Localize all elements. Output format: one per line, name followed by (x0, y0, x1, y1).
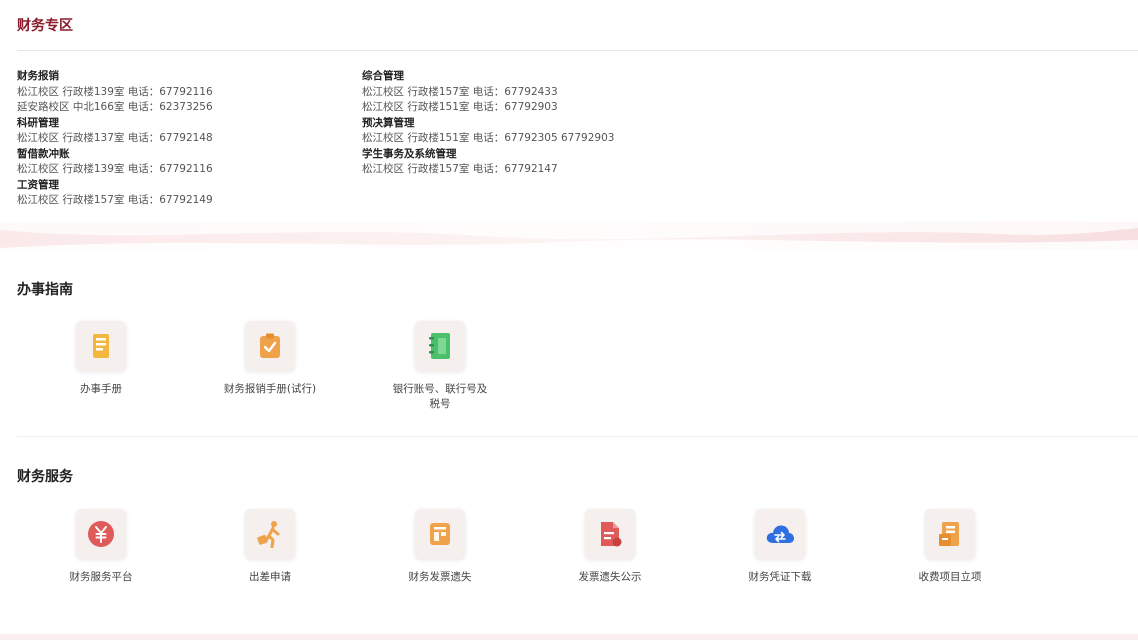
contact-group: 财务报销 松江校区 行政楼139室 电话：67792116 延安路校区 中北16… (17, 69, 213, 116)
guide-item-handbook[interactable]: 办事手册 (31, 321, 171, 397)
cloud-icon (755, 509, 805, 559)
contact-group: 综合管理 松江校区 行政楼157室 电话：67792433 松江校区 行政楼15… (362, 69, 614, 116)
document-icon (585, 509, 635, 559)
contacts-column-right: 综合管理 松江校区 行政楼157室 电话：67792433 松江校区 行政楼15… (362, 69, 614, 178)
contact-line: 松江校区 行政楼139室 电话：67792116 (17, 163, 213, 175)
decorative-wave-banner (0, 222, 1138, 250)
service-item-label: 收费项目立项 (918, 571, 982, 583)
service-item-label: 发票遗失公示 (578, 571, 642, 583)
contact-line: 松江校区 行政楼151室 电话：67792305 67792903 (362, 132, 615, 144)
guide-item-label: 银行账号、联行号及税号 (392, 383, 488, 410)
contact-group: 暂借款冲账 松江校区 行政楼139室 电话：67792116 (17, 147, 213, 178)
service-item-invoice-loss-notice[interactable]: 发票遗失公示 (540, 509, 680, 585)
contact-group: 科研管理 松江校区 行政楼137室 电话：67792148 (17, 116, 213, 147)
contact-line: 松江校区 行政楼157室 电话：67792433 (362, 85, 558, 98)
yuan-icon (76, 509, 126, 559)
contacts-column-left: 财务报销 松江校区 行政楼139室 电话：67792116 延安路校区 中北16… (17, 69, 213, 209)
service-item-fee-project[interactable]: 收费项目立项 (880, 509, 1020, 585)
contact-line: 松江校区 行政楼139室 电话：67792116 (17, 85, 213, 98)
guide-section-title: 办事指南 (17, 282, 73, 298)
title-divider (17, 50, 1138, 51)
contact-line: 松江校区 行政楼151室 电话：67792903 (362, 101, 558, 113)
guide-item-label: 办事手册 (80, 383, 122, 395)
contact-dept-name: 工资管理 (17, 178, 59, 191)
services-section-title: 财务服务 (17, 469, 73, 485)
footer-strip (0, 634, 1138, 640)
contact-group: 工资管理 松江校区 行政楼157室 电话：67792149 (17, 178, 213, 209)
handbook-icon (76, 321, 126, 371)
invoice-icon (415, 509, 465, 559)
contact-dept-name: 财务报销 (17, 70, 59, 82)
guide-item-label: 财务报销手册(试行) (223, 383, 317, 395)
service-item-finance-platform[interactable]: 财务服务平台 (31, 509, 171, 585)
contact-dept-name: 科研管理 (17, 116, 59, 129)
contact-line: 松江校区 行政楼137室 电话：67792148 (17, 132, 213, 144)
contact-dept-name: 综合管理 (362, 70, 404, 82)
service-item-label: 财务凭证下载 (748, 571, 812, 583)
section-divider (17, 436, 1138, 437)
contact-line: 松江校区 行政楼157室 电话：67792147 (362, 163, 558, 175)
contact-dept-name: 暂借款冲账 (17, 147, 70, 160)
contact-dept-name: 学生事务及系统管理 (362, 147, 457, 160)
notebook-icon (415, 321, 465, 371)
guide-item-bank-accounts[interactable]: 银行账号、联行号及税号 (370, 321, 510, 412)
service-item-travel-request[interactable]: 出差申请 (200, 509, 340, 585)
contact-dept-name: 预决算管理 (362, 116, 415, 129)
page-title: 财务专区 (17, 18, 73, 34)
service-item-voucher-download[interactable]: 财务凭证下载 (710, 509, 850, 585)
traveler-icon (245, 509, 295, 559)
checklist-icon (245, 321, 295, 371)
guide-item-reimbursement-manual[interactable]: 财务报销手册(试行) (200, 321, 340, 397)
service-item-label: 出差申请 (249, 571, 291, 583)
service-item-label: 财务服务平台 (69, 571, 133, 583)
service-item-label: 财务发票遗失 (408, 571, 472, 583)
contact-line: 松江校区 行政楼157室 电话：67792149 (17, 194, 213, 206)
contact-group: 学生事务及系统管理 松江校区 行政楼157室 电话：67792147 (362, 147, 614, 178)
contact-line: 延安路校区 中北166室 电话：62373256 (17, 101, 213, 113)
service-item-invoice-lost[interactable]: 财务发票遗失 (370, 509, 510, 585)
project-icon (925, 509, 975, 559)
contact-group: 预决算管理 松江校区 行政楼151室 电话：67792305 67792903 (362, 116, 614, 147)
